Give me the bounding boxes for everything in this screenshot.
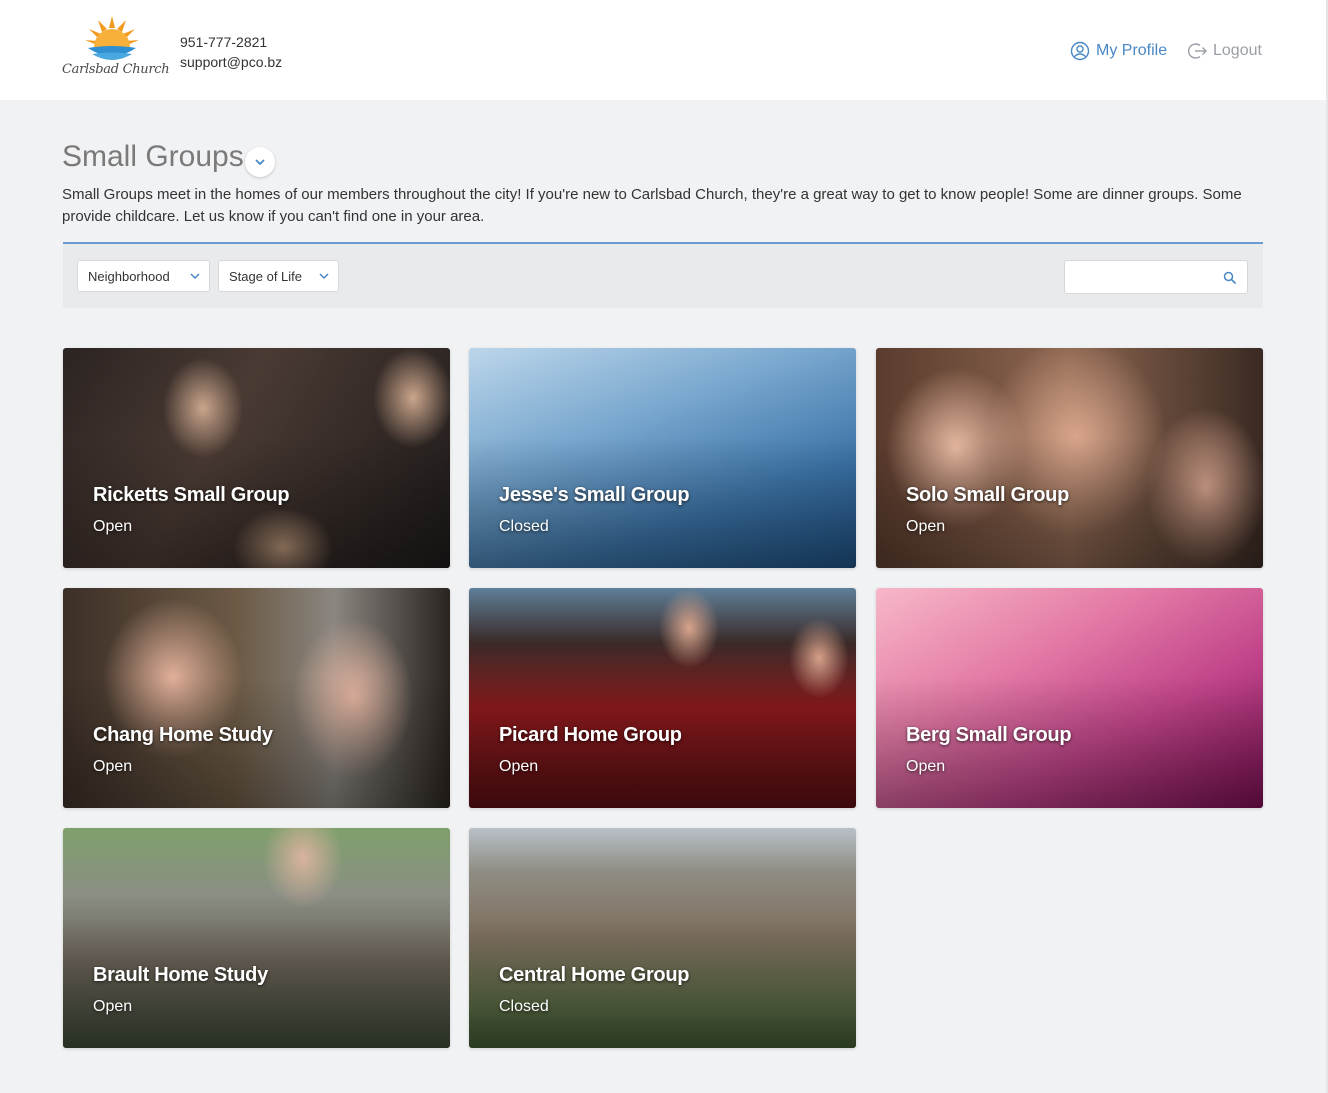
phone-number: 951-777-2821 [180,34,268,50]
page-title: Small Groups [62,140,244,173]
contact-info: 951-777-2821 support@pco.bz [180,32,282,72]
group-status: Open [906,518,946,535]
neighborhood-filter[interactable]: Neighborhood [77,260,210,292]
group-status: Open [93,518,133,535]
search-input[interactable] [1065,261,1215,293]
group-card[interactable]: Chang Home Study Open [63,588,450,808]
stage-of-life-filter-label: Stage of Life [229,268,302,284]
page-description: Small Groups meet in the homes of our me… [62,186,1242,225]
group-name: Jesse's Small Group [499,484,690,506]
neighborhood-filter-label: Neighborhood [88,268,170,284]
logout-link[interactable]: Logout [1187,40,1262,62]
group-status: Open [93,998,133,1015]
group-status: Closed [499,998,549,1015]
search-box [1064,260,1248,294]
site-header: Carlsbad Church 951-777-2821 support@pco… [0,0,1326,100]
group-card[interactable]: Jesse's Small Group Closed [469,348,856,568]
group-name: Chang Home Study [93,724,273,746]
search-icon[interactable] [1223,271,1237,285]
group-name: Central Home Group [499,964,690,986]
group-status: Closed [499,518,549,535]
group-name: Brault Home Study [93,964,268,986]
group-status: Open [93,758,133,775]
group-card[interactable]: Ricketts Small Group Open [63,348,450,568]
group-name: Picard Home Group [499,724,682,746]
group-card[interactable]: Central Home Group Closed [469,828,856,1048]
my-profile-label: My Profile [1096,42,1168,59]
filter-bar: Neighborhood Stage of Life [63,242,1263,308]
stage-of-life-filter[interactable]: Stage of Life [218,260,339,292]
group-status: Open [499,758,539,775]
group-status: Open [906,758,946,775]
church-logo[interactable]: Carlsbad Church [62,14,170,84]
group-card[interactable]: Berg Small Group Open [876,588,1263,808]
my-profile-link[interactable]: My Profile [1070,40,1167,62]
group-card-grid: Ricketts Small Group Open Jesse's Small … [63,348,1263,1048]
logo-wordmark: Carlsbad Church [62,62,170,77]
chevron-down-icon [319,273,329,280]
page-switcher-button[interactable] [245,147,275,177]
support-email: support@pco.bz [180,54,283,70]
group-name: Ricketts Small Group [93,484,290,506]
group-card[interactable]: Picard Home Group Open [469,588,856,808]
chevron-down-icon [255,159,265,166]
user-circle-icon [1070,41,1090,61]
sun-wave-logo-icon [85,16,139,60]
chevron-down-icon [190,273,200,280]
group-name: Solo Small Group [906,484,1069,506]
logout-label: Logout [1213,42,1262,59]
group-card[interactable]: Solo Small Group Open [876,348,1263,568]
group-card[interactable]: Brault Home Study Open [63,828,450,1048]
group-name: Berg Small Group [906,724,1072,746]
logout-icon [1188,43,1207,59]
